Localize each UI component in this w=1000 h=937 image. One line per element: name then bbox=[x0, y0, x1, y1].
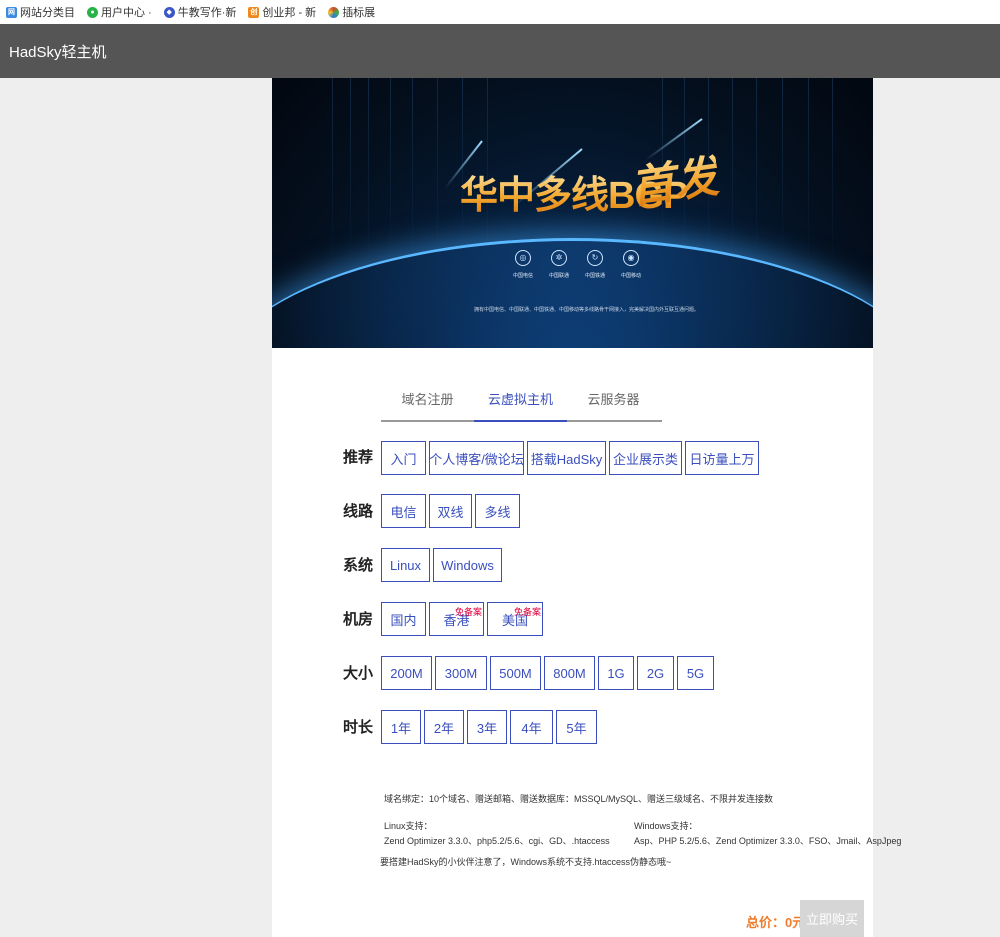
bookmarks-bar: 网 网站分类目 ● 用户中心 · ◆ 牛教写作·新 创 创业邦 - 新 插标展 bbox=[0, 0, 1000, 24]
carrier-label: 中国电信 bbox=[512, 273, 533, 279]
carrier-unicom: ✲ 中国联通 bbox=[548, 250, 570, 279]
option-2g[interactable]: 2G bbox=[637, 656, 674, 690]
no-filing-badge: 免备案 bbox=[513, 607, 541, 617]
options-room: 国内 香港 免备案 美国 免备案 bbox=[381, 602, 543, 636]
carrier-tietong: ↻ 中国铁通 bbox=[584, 250, 606, 279]
windows-support-title: Windows支持： bbox=[634, 821, 698, 831]
option-hongkong[interactable]: 香港 免备案 bbox=[429, 602, 484, 636]
option-high-traffic[interactable]: 日访量上万 bbox=[685, 441, 759, 475]
row-label-size: 大小 bbox=[343, 665, 374, 682]
option-5g[interactable]: 5G bbox=[677, 656, 714, 690]
option-telecom[interactable]: 电信 bbox=[381, 494, 426, 528]
option-1g[interactable]: 1G bbox=[598, 656, 634, 690]
row-label-line: 线路 bbox=[343, 503, 374, 520]
total-price: 总价：0元 bbox=[746, 915, 806, 930]
bookmark-label: 牛教写作·新 bbox=[177, 7, 237, 19]
carrier-logos: ◎ 中国电信 ✲ 中国联通 ↻ 中国铁通 ◉ 中国移动 bbox=[512, 250, 642, 279]
option-3-year[interactable]: 3年 bbox=[467, 710, 507, 744]
linux-support-title: Linux支持： bbox=[384, 821, 433, 831]
option-starter[interactable]: 入门 bbox=[381, 441, 426, 475]
option-domestic[interactable]: 国内 bbox=[381, 602, 426, 636]
tab-domain[interactable]: 域名注册 bbox=[381, 380, 474, 420]
mobile-logo-icon: ◉ bbox=[623, 250, 639, 266]
banner-subline: 拥有中国电信、中国联通、中国铁通、中国移动等多线路骨干网接入，完美解决国内外互联… bbox=[474, 307, 700, 313]
unicom-logo-icon: ✲ bbox=[551, 250, 567, 266]
row-label-recommend: 推荐 bbox=[343, 449, 374, 466]
option-200m[interactable]: 200M bbox=[381, 656, 432, 690]
chat-bubble-icon: ● bbox=[87, 6, 98, 18]
row-label-system: 系统 bbox=[343, 557, 374, 574]
linux-support-detail: Zend Optimizer 3.3.0、php5.2/5.6、cgi、GD、.… bbox=[384, 836, 610, 846]
option-hadsky[interactable]: 搭载HadSky bbox=[527, 441, 606, 475]
htaccess-notice: 要搭建HadSky的小伙伴注意了，Windows系统不支持.htaccess伪静… bbox=[380, 857, 672, 867]
colorful-circle-icon bbox=[328, 6, 340, 18]
carrier-label: 中国联通 bbox=[548, 273, 569, 279]
option-multi-line[interactable]: 多线 bbox=[475, 494, 520, 528]
option-500m[interactable]: 500M bbox=[490, 656, 541, 690]
option-enterprise[interactable]: 企业展示类 bbox=[609, 441, 682, 475]
option-300m[interactable]: 300M bbox=[435, 656, 487, 690]
app-title[interactable]: HadSky轻主机 bbox=[9, 41, 107, 62]
option-2-year[interactable]: 2年 bbox=[424, 710, 464, 744]
buy-now-button[interactable]: 立即购买 bbox=[800, 900, 864, 937]
bookmark-writing[interactable]: ◆ 牛教写作·新 bbox=[163, 4, 237, 20]
option-800m[interactable]: 800M bbox=[544, 656, 595, 690]
option-usa[interactable]: 美国 免备案 bbox=[487, 602, 543, 636]
writing-app-icon: ◆ bbox=[163, 6, 175, 18]
bookmark-user-center[interactable]: ● 用户中心 · bbox=[87, 4, 152, 20]
tab-cloud-vhost[interactable]: 云虚拟主机 bbox=[474, 380, 567, 422]
banner-script-text: 首发 bbox=[626, 140, 722, 216]
telecom-logo-icon: ◎ bbox=[515, 250, 531, 266]
bookmark-cyzone[interactable]: 创 创业邦 - 新 bbox=[248, 4, 316, 20]
tab-cloud-server[interactable]: 云服务器 bbox=[567, 380, 660, 420]
product-tabs: 域名注册 云虚拟主机 云服务器 bbox=[381, 380, 662, 422]
bookmark-label: 插标展 bbox=[342, 7, 376, 19]
promo-banner[interactable]: 华中多线BGP 首发 ◎ 中国电信 ✲ 中国联通 ↻ 中国铁通 ◉ 中国移动 拥… bbox=[272, 78, 873, 348]
option-linux[interactable]: Linux bbox=[381, 548, 430, 582]
windows-support-detail: Asp、PHP 5.2/5.6、Zend Optimizer 3.3.0、FSO… bbox=[634, 836, 902, 846]
bookmark-site-directory[interactable]: 网 网站分类目 bbox=[6, 4, 75, 20]
options-size: 200M 300M 500M 800M 1G 2G 5G bbox=[381, 656, 714, 690]
options-line: 电信 双线 多线 bbox=[381, 494, 520, 528]
bookmark-label: 网站分类目 bbox=[20, 7, 75, 19]
carrier-mobile: ◉ 中国移动 bbox=[620, 250, 642, 279]
carrier-label: 中国移动 bbox=[620, 273, 641, 279]
no-filing-badge: 免备案 bbox=[454, 607, 482, 617]
row-label-room: 机房 bbox=[343, 611, 374, 628]
tietong-logo-icon: ↻ bbox=[587, 250, 603, 266]
app-header: HadSky轻主机 bbox=[0, 24, 1000, 78]
cyzone-icon: 创 bbox=[248, 6, 260, 18]
option-4-year[interactable]: 4年 bbox=[510, 710, 553, 744]
carrier-label: 中国铁通 bbox=[584, 273, 605, 279]
option-personal-blog[interactable]: 个人博客/微论坛 bbox=[429, 441, 524, 475]
main-panel: 华中多线BGP 首发 ◎ 中国电信 ✲ 中国联通 ↻ 中国铁通 ◉ 中国移动 拥… bbox=[272, 78, 901, 937]
bookmark-colorful[interactable]: 插标展 bbox=[328, 4, 375, 20]
options-recommend: 入门 个人博客/微论坛 搭载HadSky 企业展示类 日访量上万 bbox=[381, 441, 759, 475]
site-directory-icon: 网 bbox=[6, 6, 17, 18]
domain-binding-info: 域名绑定：10个域名、赠送邮箱、赠送数据库：MSSQL/MySQL、赠送三级域名… bbox=[384, 794, 774, 804]
row-label-duration: 时长 bbox=[343, 719, 374, 736]
options-system: Linux Windows bbox=[381, 548, 502, 582]
bookmark-label: 创业邦 - 新 bbox=[262, 7, 317, 19]
carrier-telecom: ◎ 中国电信 bbox=[512, 250, 534, 279]
option-dual-line[interactable]: 双线 bbox=[429, 494, 472, 528]
bookmark-label: 用户中心 · bbox=[101, 7, 152, 19]
option-1-year[interactable]: 1年 bbox=[381, 710, 421, 744]
options-duration: 1年 2年 3年 4年 5年 bbox=[381, 710, 597, 744]
option-windows[interactable]: Windows bbox=[433, 548, 502, 582]
option-5-year[interactable]: 5年 bbox=[556, 710, 597, 744]
